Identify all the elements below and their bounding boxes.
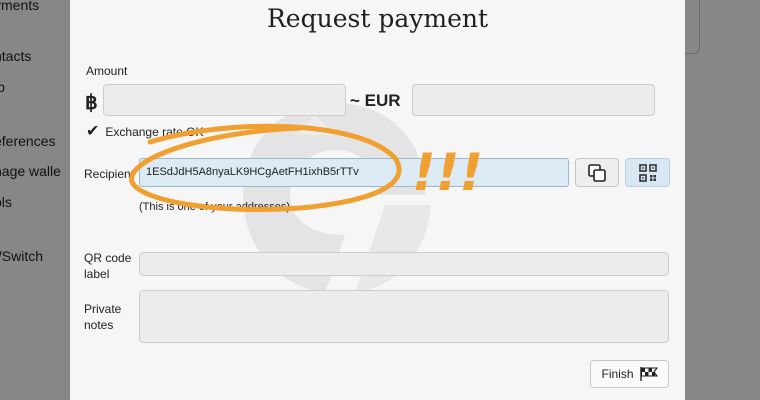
eur-currency-label: ~ EUR: [350, 91, 401, 110]
notes-label: Private notes: [84, 302, 122, 332]
recipient-address-field[interactable]: 1ESdJdH5A8nyaLK9HCgAetFH1ixhB5rTTv: [139, 158, 569, 187]
show-qr-code-button[interactable]: [625, 158, 670, 187]
qr-label-label: QR code label: [84, 251, 132, 281]
private-notes-textarea[interactable]: [139, 290, 669, 343]
amount-label: Amount: [86, 64, 128, 78]
btc-amount-input[interactable]: [103, 84, 346, 116]
recipient-hint: (This is one of your addresses): [139, 201, 291, 213]
recipient-label: Recipient: [84, 167, 135, 181]
request-payment-dialog: Request payment Amount ฿ ~ EUR ✔ Exchang…: [70, 0, 685, 400]
eur-amount-input[interactable]: [412, 84, 655, 116]
finish-label: Finish: [601, 367, 634, 381]
dialog-title: Request payment: [266, 4, 489, 33]
qr-code-icon: [638, 163, 657, 182]
bitcoin-icon: ฿: [85, 92, 98, 114]
check-icon: ✔: [86, 123, 100, 140]
finish-button[interactable]: Finish: [590, 360, 669, 388]
copy-address-button[interactable]: [575, 158, 619, 187]
exchange-rate-status: ✔ Exchange rate OK: [86, 124, 203, 140]
copy-icon: [588, 163, 606, 182]
exchange-rate-text: Exchange rate OK: [105, 125, 204, 139]
qr-label-input[interactable]: [139, 252, 669, 276]
checkered-flag-icon: [639, 367, 658, 381]
